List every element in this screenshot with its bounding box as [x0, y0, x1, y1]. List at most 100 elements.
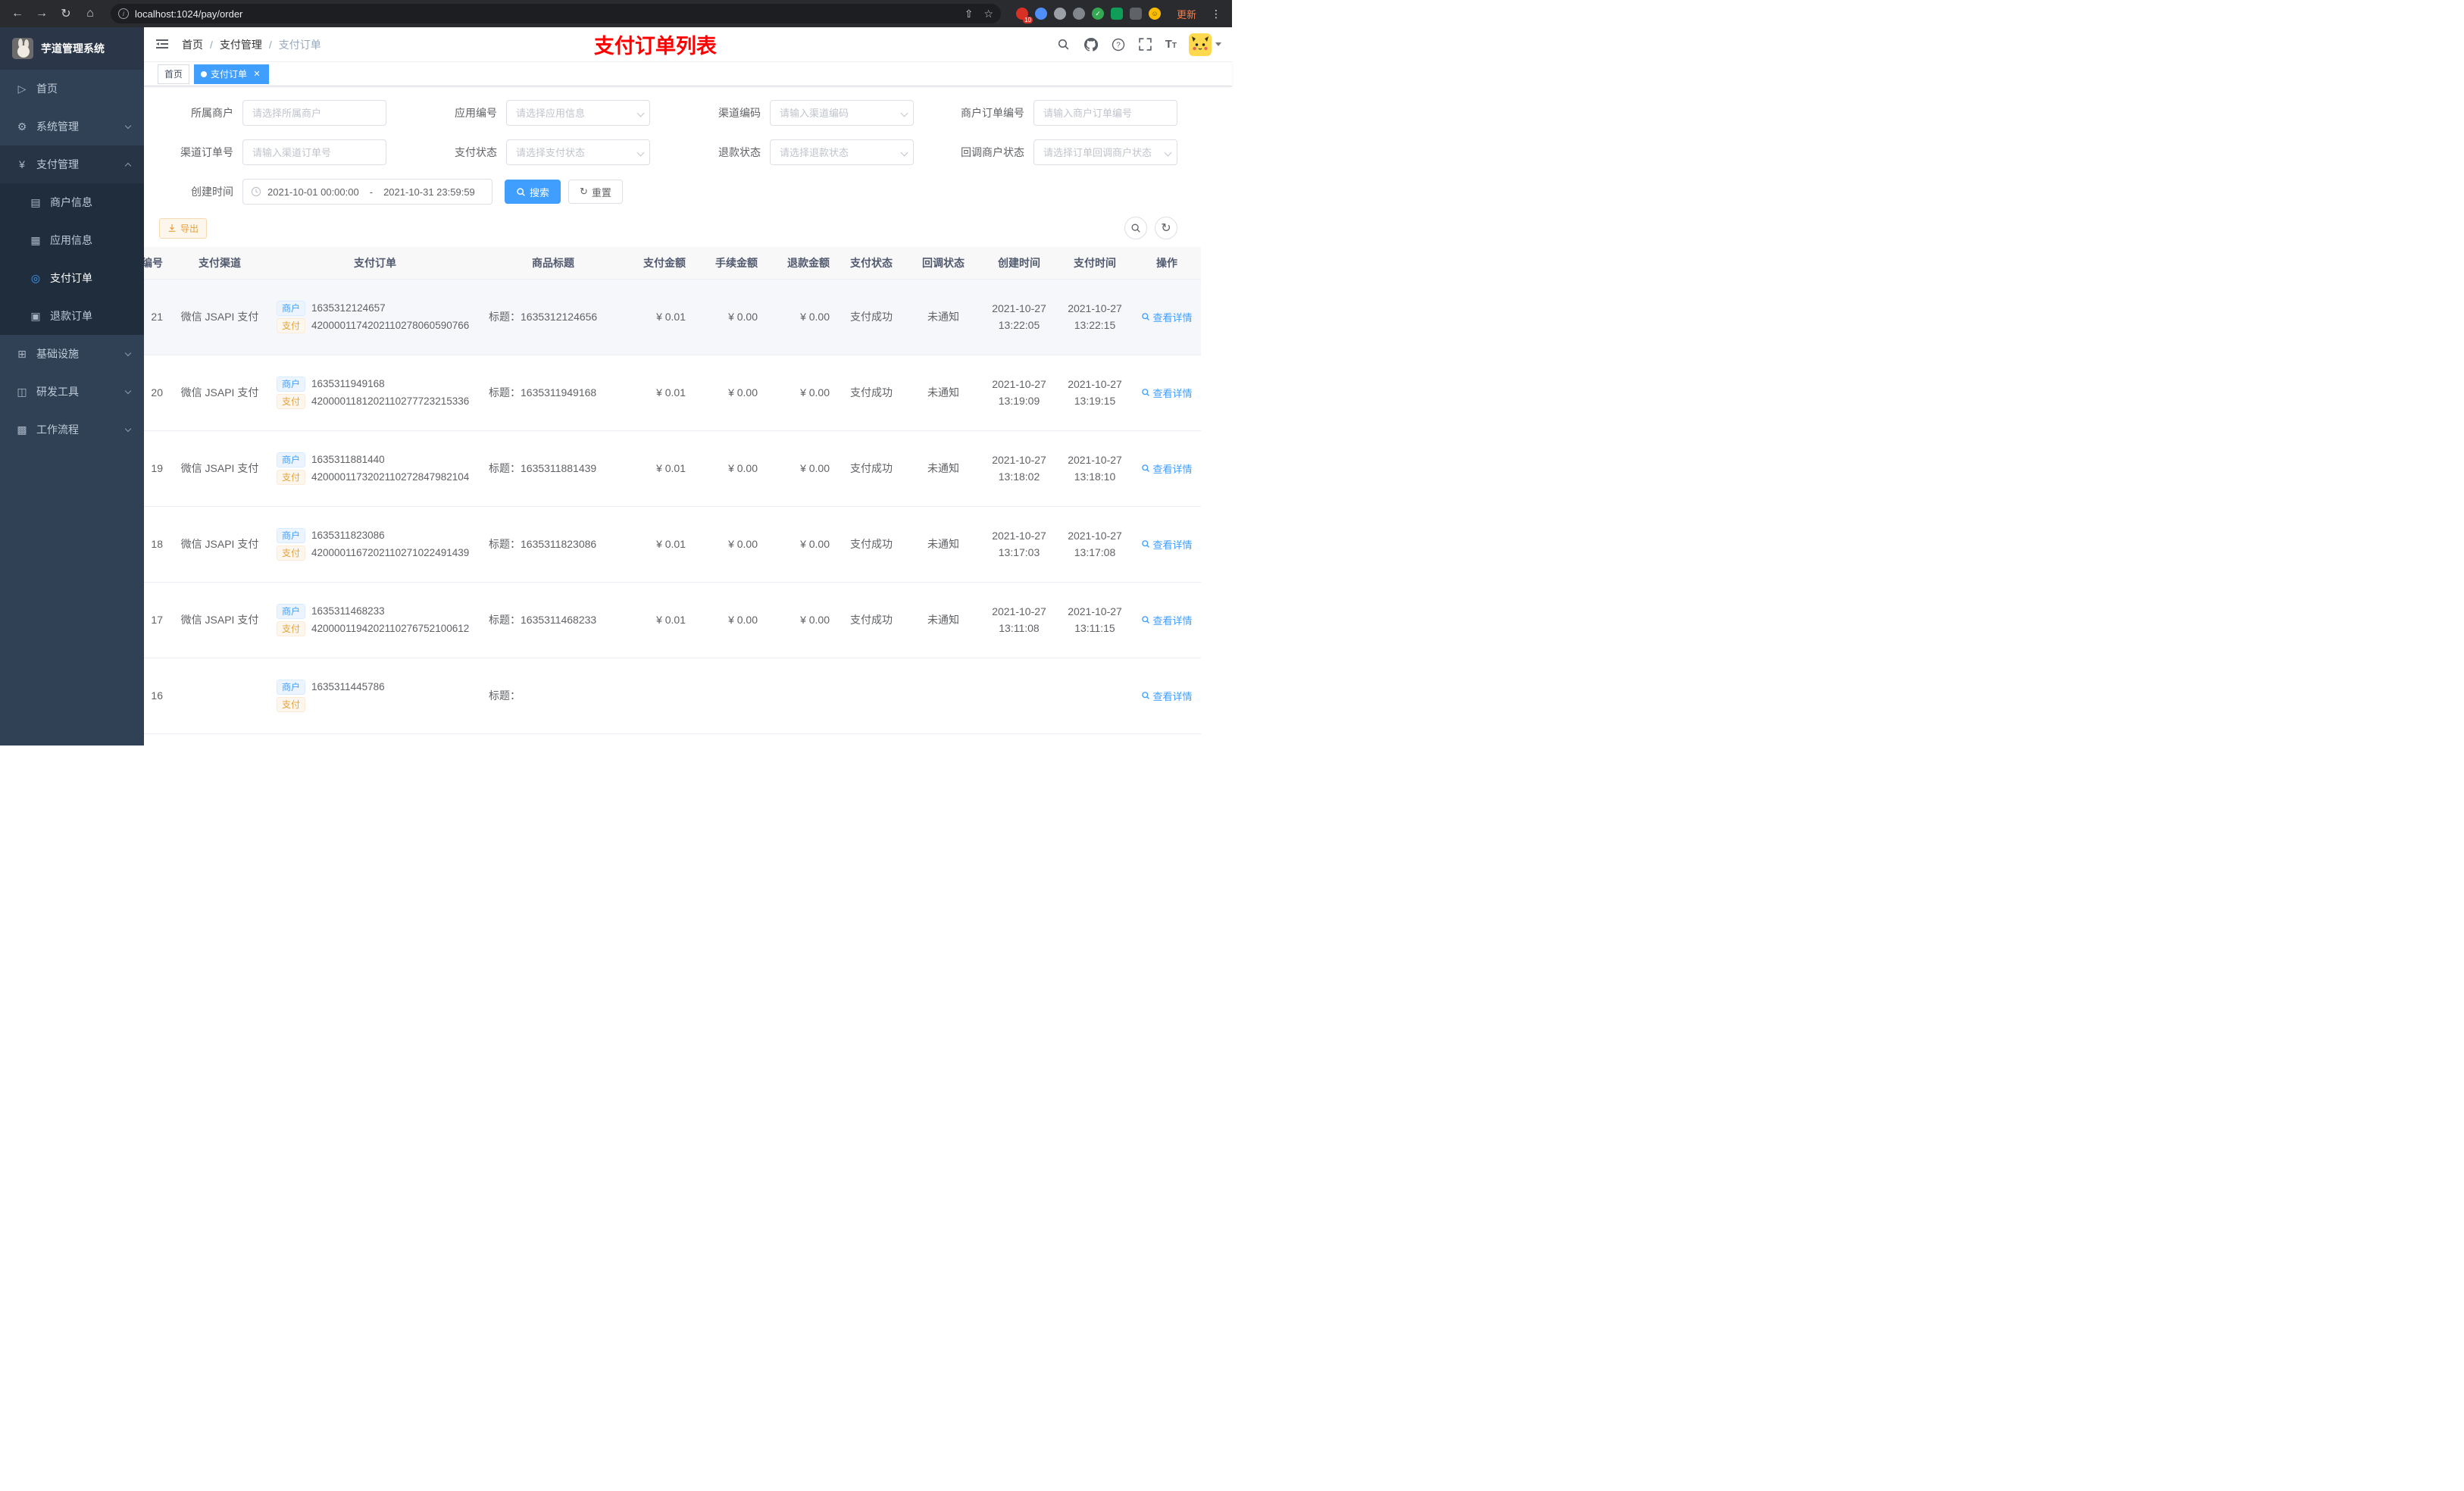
filter-input[interactable]: [770, 139, 914, 165]
font-size-icon[interactable]: TT: [1165, 38, 1177, 51]
sidebar-item-workflow[interactable]: ▩ 工作流程: [0, 411, 144, 449]
table-row: 20 微信 JSAPI 支付 商户 1635311949168 支付 42000…: [144, 355, 1201, 431]
cell-pay-order: 商户 1635311468233 支付 42000011942021102767…: [269, 582, 481, 658]
filter-label: 回调商户状态: [961, 146, 1024, 158]
filter-input[interactable]: [770, 100, 914, 126]
site-info-icon[interactable]: i: [118, 8, 129, 19]
browser-menu-icon[interactable]: ⋮: [1208, 8, 1224, 20]
date-end[interactable]: 2021-10-31 23:59:59: [383, 186, 475, 198]
search-icon[interactable]: [1056, 37, 1071, 52]
page-title: 支付订单列表: [593, 35, 717, 58]
col-actions: 操作: [1133, 247, 1201, 280]
merchant-badge: 商户: [277, 376, 306, 392]
reset-button[interactable]: ↻ 重置: [568, 180, 623, 204]
cell-fee: ¥ 0.00: [693, 506, 765, 583]
extension-icon-1[interactable]: 10: [1015, 8, 1033, 23]
bookmark-star-icon[interactable]: ☆: [983, 8, 993, 20]
cell-notify: [905, 658, 981, 734]
dev-tools-icon: ◫: [17, 385, 27, 398]
extension-icon-4[interactable]: [1072, 8, 1085, 20]
filter-field: 应用编号: [423, 100, 650, 126]
help-icon[interactable]: ?: [1111, 37, 1126, 52]
filter-input[interactable]: [506, 100, 650, 126]
pay-badge: 支付: [277, 469, 306, 485]
infrastructure-icon: ⊞: [17, 347, 27, 360]
view-detail-link[interactable]: 查看详情: [1141, 613, 1193, 627]
breadcrumb: 首页 / 支付管理 / 支付订单: [182, 37, 321, 52]
tag-pay-order[interactable]: 支付订单 ✕: [194, 64, 270, 84]
sidebar-item-home[interactable]: ▷ 首页: [0, 70, 144, 108]
pay-order-no: 4200001167202110271022491439: [311, 547, 470, 558]
reload-icon[interactable]: ↻: [56, 4, 76, 23]
sidebar-item-app-info[interactable]: ▦ 应用信息: [0, 221, 144, 259]
extension-icon-3[interactable]: [1053, 8, 1066, 20]
filter-input[interactable]: [1033, 139, 1177, 165]
filter-field: 回调商户状态: [950, 139, 1177, 165]
view-detail-link[interactable]: 查看详情: [1141, 537, 1193, 552]
close-icon[interactable]: ✕: [252, 69, 262, 80]
cell-create-time: 2021-10-27 13:11:08: [981, 582, 1057, 658]
export-button[interactable]: 导出: [159, 217, 208, 239]
url-text[interactable]: localhost:1024/pay/order: [135, 8, 965, 20]
date-range-picker[interactable]: 2021-10-01 00:00:00 - 2021-10-31 23:59:5…: [242, 179, 492, 205]
cell-status: 支付成功: [837, 430, 905, 507]
view-detail-link[interactable]: 查看详情: [1141, 689, 1193, 703]
view-detail-link[interactable]: 查看详情: [1141, 310, 1193, 324]
user-menu[interactable]: [1189, 33, 1221, 56]
sidebar-item-payment[interactable]: ¥ 支付管理: [0, 145, 144, 183]
sidebar-item-merchant-info[interactable]: ▤ 商户信息: [0, 183, 144, 221]
sidebar-item-infra[interactable]: ⊞ 基础设施: [0, 335, 144, 373]
extension-icon-2[interactable]: [1034, 8, 1047, 20]
date-start[interactable]: 2021-10-01 00:00:00: [267, 186, 359, 198]
extension-icon-8[interactable]: ☺: [1148, 8, 1161, 20]
hamburger-icon[interactable]: [155, 36, 171, 53]
cell-id: 18: [144, 506, 170, 583]
github-icon[interactable]: [1083, 37, 1099, 52]
pay-order-icon: ◎: [30, 271, 41, 284]
cell-channel: 微信 JSAPI 支付: [170, 506, 269, 583]
filter-input[interactable]: [242, 139, 386, 165]
page-content: 所属商户 应用编号 渠道编码 商户订单编号 渠道订单号: [144, 86, 1232, 746]
filter-control: [1033, 139, 1177, 165]
filter-control: [242, 100, 386, 126]
sidebar-item-system[interactable]: ⚙ 系统管理: [0, 108, 144, 145]
dashboard-icon: ▷: [17, 82, 27, 95]
fullscreen-icon[interactable]: [1138, 37, 1153, 52]
breadcrumb-home[interactable]: 首页: [182, 37, 203, 52]
view-detail-link[interactable]: 查看详情: [1141, 461, 1193, 476]
cell-fee: [693, 658, 765, 734]
cell-create-time: 2021-10-27 13:17:03: [981, 506, 1057, 583]
chrome-update-button[interactable]: 更新: [1170, 5, 1203, 23]
cell-refund: ¥ 0.00: [765, 582, 837, 658]
share-icon[interactable]: ⇧: [965, 8, 974, 20]
extension-icon-7[interactable]: [1129, 8, 1142, 20]
search-button[interactable]: 搜索: [505, 180, 561, 204]
col-pay-time: 支付时间: [1057, 247, 1133, 280]
extension-icon-5[interactable]: ✓: [1091, 8, 1104, 20]
filter-control: [1033, 100, 1177, 126]
sidebar-logo[interactable]: 芋道管理系统: [0, 27, 144, 70]
merchant-order-no: 1635311949168: [311, 378, 385, 389]
address-bar[interactable]: i localhost:1024/pay/order ⇧ ☆: [111, 4, 1001, 23]
gear-icon: ⚙: [17, 120, 27, 133]
home-icon[interactable]: ⌂: [80, 4, 100, 23]
refresh-table-button[interactable]: ↻: [1155, 217, 1177, 239]
sidebar-item-devtools[interactable]: ◫ 研发工具: [0, 373, 144, 411]
sidebar-item-refund-order[interactable]: ▣ 退款订单: [0, 297, 144, 335]
view-detail-link[interactable]: 查看详情: [1141, 386, 1193, 400]
forward-icon[interactable]: →: [32, 4, 52, 23]
toggle-search-button[interactable]: [1124, 217, 1147, 239]
extension-icon-6[interactable]: [1110, 8, 1123, 20]
filter-input[interactable]: [1033, 100, 1177, 126]
cell-pay-order: 商户 1635311949168 支付 42000011812021102777…: [269, 355, 481, 431]
cell-title: 标题：: [481, 658, 625, 734]
back-icon[interactable]: ←: [8, 4, 27, 23]
chevron-up-icon: [124, 162, 132, 170]
filter-input[interactable]: [242, 100, 386, 126]
tag-home[interactable]: 首页: [158, 64, 190, 84]
cell-refund: ¥ 0.00: [765, 506, 837, 583]
sidebar-item-pay-order[interactable]: ◎ 支付订单: [0, 259, 144, 297]
pay-badge: 支付: [277, 545, 306, 561]
filter-input[interactable]: [506, 139, 650, 165]
breadcrumb-pay-mgmt[interactable]: 支付管理: [220, 37, 262, 52]
